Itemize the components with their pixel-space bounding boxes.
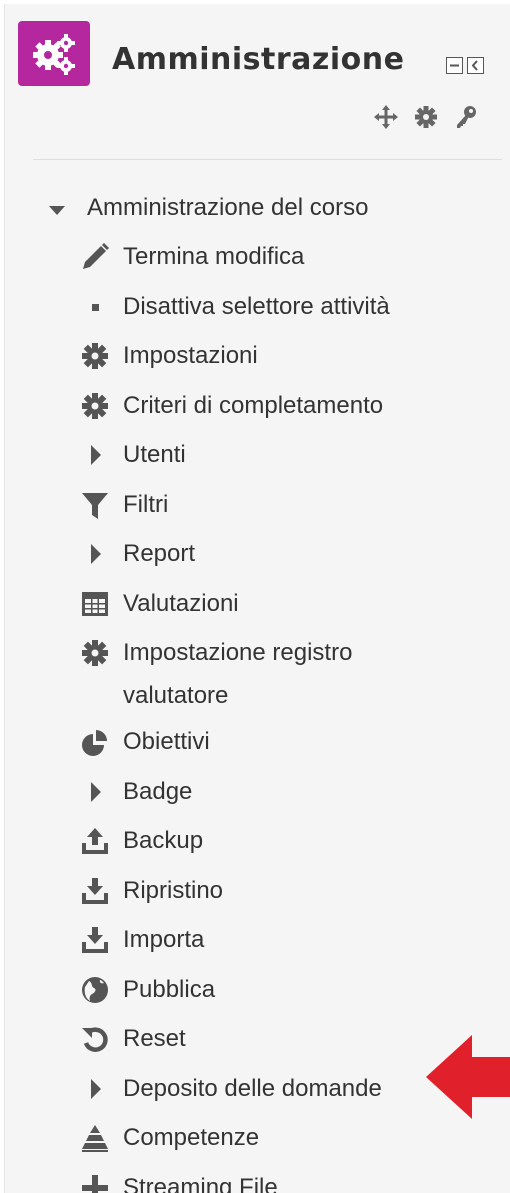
menu-item-label: Reset <box>123 1025 186 1052</box>
menu-item-label: Valutazioni <box>123 589 239 617</box>
menu-item-label: Badge <box>123 777 193 805</box>
menu-item-termina-modifica[interactable]: Termina modifica <box>79 232 499 282</box>
move-icon[interactable] <box>373 104 399 130</box>
menu-item-backup[interactable]: Backup <box>79 816 499 866</box>
menu-item-label: Disattiva selettore attività <box>123 292 390 320</box>
download-icon <box>79 925 111 955</box>
reset-icon <box>79 1024 111 1054</box>
menu-item-label: Deposito delle domande <box>123 1074 382 1102</box>
menu-item-filtri[interactable]: Filtri <box>79 480 499 530</box>
tree-root-course-admin[interactable]: Amministrazione del corso <box>49 194 368 222</box>
block-actions <box>373 104 479 130</box>
menu-item-label: Impostazione registro valutatore <box>123 639 353 709</box>
menu-item-label: Importa <box>123 926 205 953</box>
menu-item-label: Termina modifica <box>123 243 305 270</box>
menu-item-registro-valutatore[interactable]: Impostazione registro valutatore <box>79 628 499 717</box>
menu-item-label: Filtri <box>123 490 169 518</box>
menu-item-label: Streaming File <box>123 1173 278 1193</box>
gear-icon <box>79 638 111 668</box>
menu-item-badge[interactable]: Badge <box>79 767 499 817</box>
red-arrow-icon <box>424 1035 510 1121</box>
cogs-icon <box>18 21 90 86</box>
menu-item-criteri-completamento[interactable]: Criteri di completamento <box>79 381 499 431</box>
menu-item-disattiva-selettore[interactable]: Disattiva selettore attività <box>79 282 499 332</box>
menu-item-label: Criteri di completamento <box>123 391 384 419</box>
menu-item-label: Obiettivi <box>123 728 210 755</box>
gear-icon <box>79 391 111 421</box>
download-icon <box>79 876 111 906</box>
block-title: Amministrazione <box>112 42 405 77</box>
menu-item-label: Ripristino <box>123 876 224 904</box>
table-icon <box>79 589 111 619</box>
menu-item-obiettivi[interactable]: Obiettivi <box>79 717 499 767</box>
globe-icon <box>79 975 111 1005</box>
upload-icon <box>79 826 111 856</box>
dock-left-icon[interactable] <box>467 57 484 74</box>
bullet-icon <box>79 292 111 322</box>
dock-controls <box>446 57 484 74</box>
menu-item-impostazioni[interactable]: Impostazioni <box>79 331 499 381</box>
caret-right-icon <box>79 1074 111 1104</box>
key-icon[interactable] <box>453 104 479 130</box>
caret-right-icon <box>79 539 111 569</box>
competency-icon <box>79 1123 111 1153</box>
separator <box>33 159 502 160</box>
menu-item-streaming-file[interactable]: Streaming File <box>79 1163 499 1193</box>
menu-item-label: Pubblica <box>123 975 216 1003</box>
menu-item-utenti[interactable]: Utenti <box>79 430 499 480</box>
gear-icon <box>79 341 111 371</box>
caret-right-icon <box>79 777 111 807</box>
plus-icon <box>79 1173 111 1193</box>
tree-root-label: Amministrazione del corso <box>87 194 369 221</box>
filter-icon <box>79 490 111 520</box>
menu-item-label: Utenti <box>123 441 186 468</box>
menu-item-ripristino[interactable]: Ripristino <box>79 866 499 916</box>
administration-block: Amministrazione Amministrazione del cors… <box>4 4 510 1193</box>
menu-item-importa[interactable]: Importa <box>79 915 499 965</box>
pencil-icon <box>79 242 111 272</box>
menu-item-label: Backup <box>123 827 204 854</box>
menu-item-report[interactable]: Report <box>79 529 499 579</box>
menu-item-valutazioni[interactable]: Valutazioni <box>79 579 499 629</box>
caret-down-icon <box>49 203 65 215</box>
menu-item-label: Report <box>123 540 196 567</box>
menu-item-pubblica[interactable]: Pubblica <box>79 965 499 1015</box>
gear-icon[interactable] <box>413 104 439 130</box>
menu-item-label: Impostazioni <box>123 342 258 369</box>
pie-icon <box>79 727 111 757</box>
caret-right-icon <box>79 440 111 470</box>
menu-item-label: Competenze <box>123 1124 260 1151</box>
minimize-icon[interactable] <box>446 57 463 74</box>
